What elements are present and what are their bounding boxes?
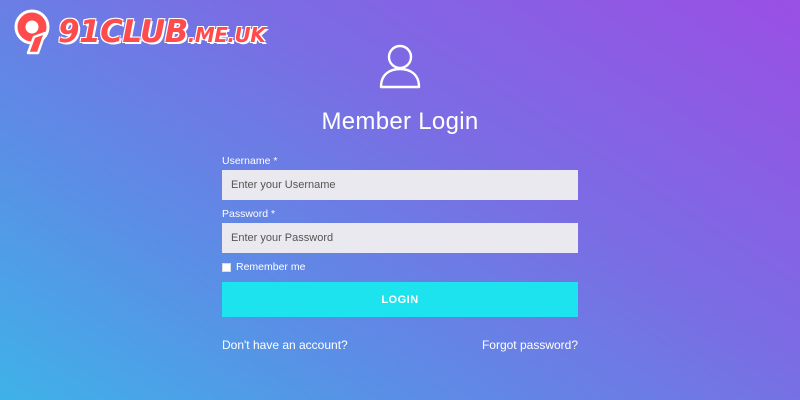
remember-me-checkbox[interactable] — [222, 262, 231, 272]
password-label: Password * — [222, 208, 276, 220]
logo-nine-mark-icon — [14, 9, 50, 55]
password-input[interactable] — [222, 223, 578, 253]
signup-link[interactable]: Don't have an account? — [222, 338, 348, 352]
username-label: Username * — [222, 155, 278, 167]
remember-me-control[interactable]: Remember me — [222, 261, 305, 273]
page-title: Member Login — [321, 108, 479, 135]
logo-main-text: 91CLUB — [58, 14, 188, 50]
username-input[interactable] — [222, 170, 578, 200]
brand-logo[interactable]: 91CLUB .ME.UK — [10, 4, 266, 60]
logo-wordmark: 91CLUB .ME.UK — [58, 14, 266, 50]
forgot-password-link[interactable]: Forgot password? — [482, 338, 578, 352]
login-button[interactable]: LOGIN — [222, 282, 578, 317]
logo-domain-text: .ME.UK — [187, 23, 266, 47]
remember-me-label: Remember me — [236, 261, 306, 273]
user-icon — [379, 44, 421, 89]
